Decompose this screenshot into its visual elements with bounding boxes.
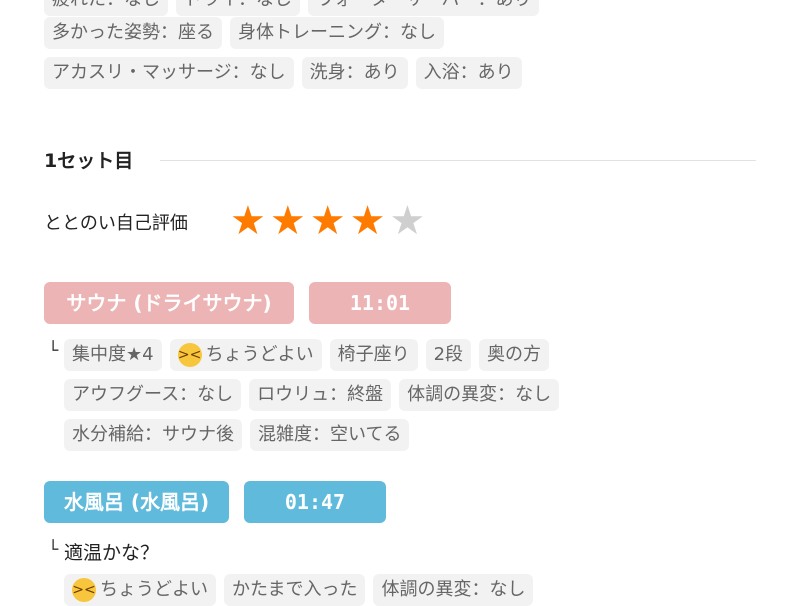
star-filled-icon: ★ <box>230 198 266 244</box>
sauna-type-pill: サウナ (ドライサウナ) <box>44 282 294 324</box>
branch-mark: └ <box>48 540 59 560</box>
tag: 混雑度：空いてる <box>250 419 410 451</box>
tag-row-1: 多かった姿勢：座る 身体トレーニング：なし <box>44 17 444 49</box>
grinning-squint-face-icon: >< <box>177 343 202 367</box>
tag: 多かった姿勢：座る <box>44 17 222 49</box>
tag-focus: 集中度★4 <box>64 339 162 371</box>
star-empty-icon: ★ <box>389 198 426 244</box>
tag-row-0: 疲れた：なし ドライ：なし ウォーターサーバー：あり <box>44 0 540 16</box>
tag: かたまで入った <box>224 574 366 606</box>
tag: 水分補給：サウナ後 <box>64 419 242 451</box>
water-bath-time-pill: 01:47 <box>244 481 386 523</box>
tag-row-2: アカスリ・マッサージ：なし 洗身：あり 入浴：あり <box>44 57 522 89</box>
tag-feeling: >< ちょうどよい <box>64 574 216 606</box>
tag: 椅子座り <box>329 339 418 371</box>
sauna-time-pill: 11:01 <box>309 282 451 324</box>
tag: 疲れた：なし <box>44 0 168 16</box>
water-tags-row-1: >< ちょうどよい かたまで入った 体調の異変：なし <box>64 574 534 606</box>
divider <box>160 160 756 161</box>
tag-label: ちょうどよい <box>205 344 314 365</box>
tag: ウォーターサーバー：あり <box>308 0 540 16</box>
star-filled-icon: ★ <box>309 198 346 244</box>
water-bath-type-pill: 水風呂 (水風呂) <box>44 481 229 523</box>
branch-mark: └ <box>48 341 59 361</box>
tag: ロウリュ：終盤 <box>249 379 392 411</box>
set-title: 1セット目 <box>44 150 134 172</box>
evaluation-label: ととのい自己評価 <box>44 213 188 234</box>
sauna-tags-row-3: 水分補給：サウナ後 混雑度：空いてる <box>64 419 410 451</box>
tag: アカスリ・マッサージ：なし <box>44 57 294 89</box>
tag: 入浴：あり <box>415 57 522 89</box>
tag-label: ちょうどよい <box>100 579 208 600</box>
sauna-tags-row-2: アウフグース：なし ロウリュ：終盤 体調の異変：なし <box>64 379 560 411</box>
star-filled-icon: ★ <box>269 198 306 244</box>
tag: 洗身：あり <box>301 57 408 89</box>
tag: 身体トレーニング：なし <box>230 17 444 49</box>
star-rating: ★ ★ ★ ★ ★ <box>230 198 425 244</box>
tag: 体調の異変：なし <box>373 574 534 606</box>
sauna-tags-row-1: 集中度★4 >< ちょうどよい 椅子座り 2段 奥の方 <box>64 339 550 371</box>
tag: 体調の異変：なし <box>399 379 560 411</box>
tag: ドライ：なし <box>176 0 300 16</box>
star-filled-icon: ★ <box>349 198 386 244</box>
tag-feeling: >< ちょうどよい <box>169 339 322 371</box>
tag: 奥の方 <box>479 339 550 371</box>
tag: アウフグース：なし <box>64 379 242 411</box>
water-note: 適温かな？ <box>64 542 160 564</box>
grinning-squint-face-icon: >< <box>72 578 96 602</box>
tag: 2段 <box>425 339 472 371</box>
